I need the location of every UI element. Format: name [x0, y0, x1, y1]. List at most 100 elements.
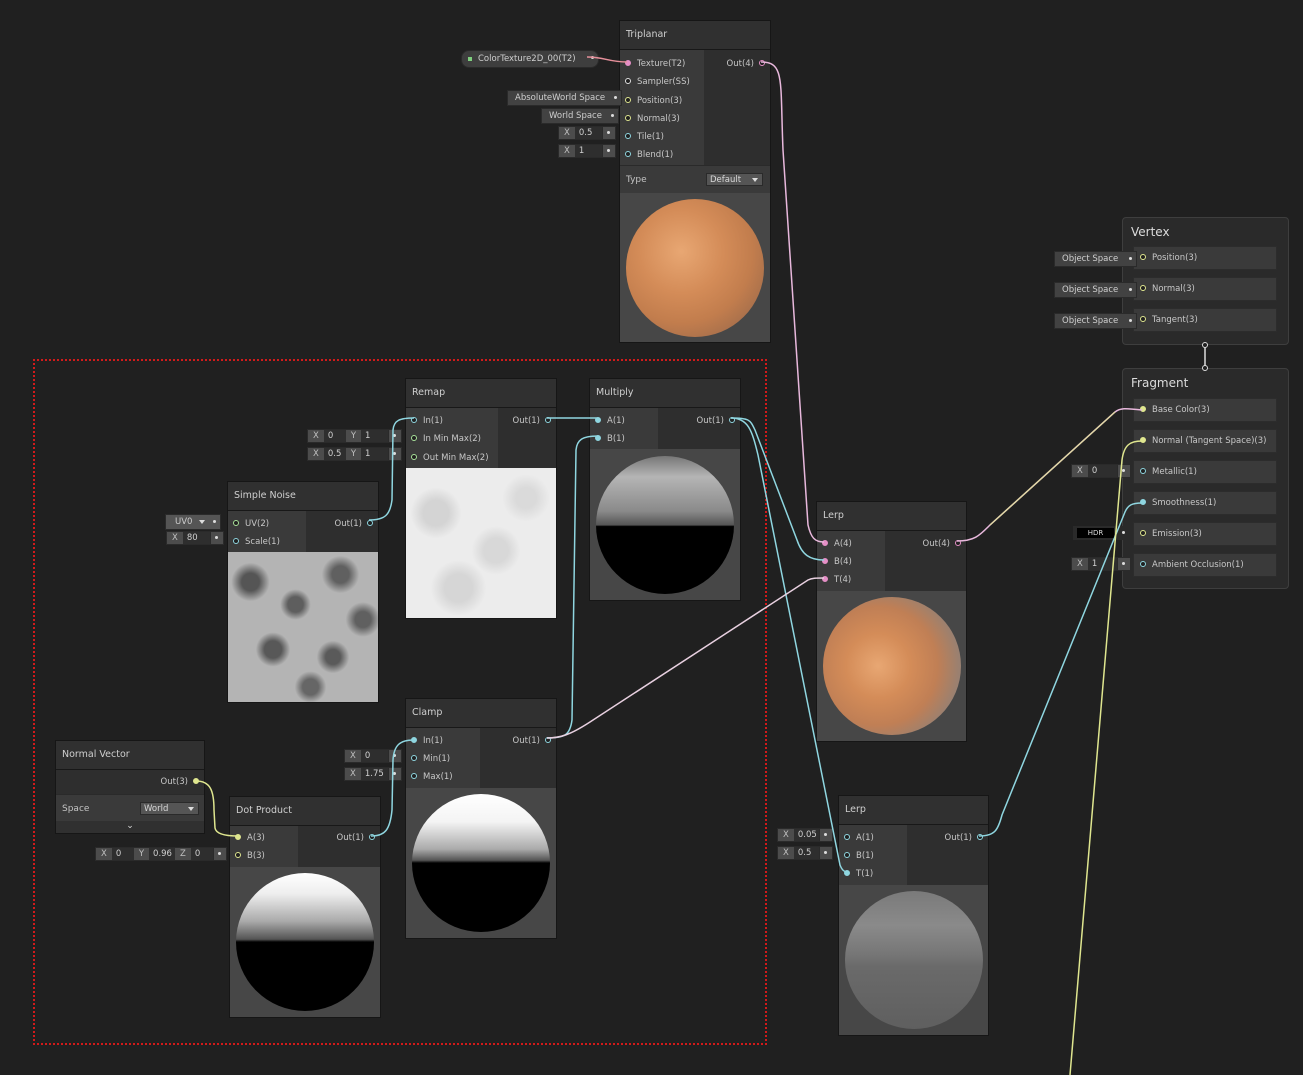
- normal-vector-node[interactable]: Normal Vector Out(3) Space World ⌄: [55, 740, 205, 834]
- port-dot[interactable]: [411, 737, 417, 743]
- dot-b-vector-field[interactable]: X 0 Y 0.96 Z 0: [95, 847, 227, 861]
- clamp-min-field[interactable]: X 0: [344, 749, 402, 763]
- vertex-position-space[interactable]: Object Space: [1054, 251, 1138, 267]
- remap-out-min-max-field[interactable]: X 0.5 Y 1: [307, 447, 402, 461]
- port-dot[interactable]: [1140, 254, 1146, 260]
- port-dot[interactable]: [411, 454, 417, 460]
- port-texture[interactable]: Texture(T2): [620, 55, 685, 73]
- port-min[interactable]: Min(1): [406, 750, 450, 768]
- uv-channel-dropdown[interactable]: UV0: [165, 514, 222, 530]
- port-dot[interactable]: [233, 538, 239, 544]
- port-dot[interactable]: [369, 834, 375, 840]
- normal-space-field[interactable]: World Space: [541, 108, 619, 124]
- port-dot[interactable]: [545, 737, 551, 743]
- port-dot[interactable]: [625, 78, 631, 84]
- port-dot[interactable]: [822, 576, 828, 582]
- port-dot[interactable]: [545, 417, 551, 423]
- vertex-tangent-space[interactable]: Object Space: [1054, 313, 1138, 329]
- port-dot[interactable]: [595, 435, 601, 441]
- slot-ambient-occlusion[interactable]: Ambient Occlusion(1): [1133, 553, 1277, 577]
- scale-value[interactable]: 80: [182, 532, 210, 544]
- port-dot[interactable]: [625, 115, 631, 121]
- port-dot[interactable]: [367, 520, 373, 526]
- slot-base-color[interactable]: Base Color(3): [1133, 398, 1277, 422]
- x-value[interactable]: 0: [111, 848, 134, 860]
- max-value[interactable]: 1.75: [360, 768, 388, 780]
- node-title[interactable]: Dot Product: [230, 797, 380, 826]
- vertex-normal-space[interactable]: Object Space: [1054, 282, 1138, 298]
- port-a[interactable]: A(1): [839, 829, 874, 847]
- lerp-a-field[interactable]: X 0.05: [777, 828, 833, 842]
- port-out[interactable]: Out(4): [727, 55, 770, 73]
- port-blend[interactable]: Blend(1): [620, 146, 673, 164]
- port-dot[interactable]: [625, 60, 631, 66]
- port-dot[interactable]: [822, 558, 828, 564]
- port-dot[interactable]: [235, 834, 241, 840]
- port-tile[interactable]: Tile(1): [620, 128, 664, 146]
- port-dot[interactable]: [625, 133, 631, 139]
- port-a[interactable]: A(1): [590, 412, 625, 430]
- port-sampler[interactable]: Sampler(SS): [620, 73, 690, 91]
- port-dot[interactable]: [1140, 316, 1146, 322]
- node-title[interactable]: Simple Noise: [228, 482, 378, 511]
- b-value[interactable]: 0.5: [793, 847, 819, 859]
- port-b[interactable]: B(1): [839, 847, 874, 865]
- port-dot[interactable]: [235, 852, 241, 858]
- lerp-smoothness-node[interactable]: Lerp A(1) B(1) T(1) Out(1): [838, 795, 989, 1036]
- ao-field[interactable]: X 1: [1071, 557, 1131, 571]
- slot-position[interactable]: Position(3): [1133, 246, 1277, 270]
- slot-metallic[interactable]: Metallic(1): [1133, 460, 1277, 484]
- node-title[interactable]: Normal Vector: [56, 741, 204, 770]
- remap-node[interactable]: Remap In(1) In Min Max(2) Out Min Max(2)…: [405, 378, 557, 619]
- port-out[interactable]: Out(1): [337, 829, 380, 847]
- remap-in-min-max-field[interactable]: X 0 Y 1: [307, 429, 402, 443]
- scale-field[interactable]: X 80: [166, 531, 224, 545]
- metallic-field[interactable]: X 0: [1071, 464, 1131, 478]
- a-value[interactable]: 0.05: [793, 829, 819, 841]
- port-dot[interactable]: [411, 773, 417, 779]
- space-dropdown[interactable]: World: [140, 802, 199, 815]
- y-value[interactable]: 1: [361, 430, 388, 442]
- port-dot[interactable]: [844, 834, 850, 840]
- tile-field[interactable]: X 0.5: [558, 126, 616, 140]
- node-title[interactable]: Multiply: [590, 379, 740, 408]
- port-b[interactable]: B(3): [230, 847, 265, 865]
- clamp-node[interactable]: Clamp In(1) Min(1) Max(1) Out(1): [405, 698, 557, 939]
- port-out[interactable]: Out(3): [161, 773, 204, 791]
- port-uv[interactable]: UV(2): [228, 515, 269, 533]
- port-out[interactable]: Out(1): [513, 732, 556, 750]
- y-value[interactable]: 0.96: [149, 848, 176, 860]
- blend-field[interactable]: X 1: [558, 144, 616, 158]
- port-dot[interactable]: [977, 834, 983, 840]
- node-title[interactable]: Lerp: [817, 502, 966, 531]
- port-t[interactable]: T(4): [817, 571, 851, 589]
- port-dot[interactable]: [193, 778, 199, 784]
- port-scale[interactable]: Scale(1): [228, 533, 280, 551]
- port-dot[interactable]: [844, 870, 850, 876]
- port-dot[interactable]: [1140, 530, 1146, 536]
- port-t[interactable]: T(1): [839, 865, 873, 883]
- node-title[interactable]: Triplanar: [620, 21, 770, 50]
- fragment-context[interactable]: Fragment Base Color(3) Normal (Tangent S…: [1122, 368, 1289, 589]
- port-b[interactable]: B(4): [817, 553, 852, 571]
- port-dot[interactable]: [822, 540, 828, 546]
- vertex-context[interactable]: Vertex Position(3) Normal(3) Tangent(3): [1122, 217, 1289, 345]
- texture-property-node[interactable]: ColorTexture2D_00(T2): [461, 50, 599, 68]
- z-value[interactable]: 0: [190, 848, 213, 860]
- port-b[interactable]: B(1): [590, 430, 625, 448]
- port-dot[interactable]: [1140, 285, 1146, 291]
- port-in[interactable]: In(1): [406, 412, 443, 430]
- port-dot[interactable]: [844, 852, 850, 858]
- tile-value[interactable]: 0.5: [574, 127, 602, 139]
- node-title[interactable]: Clamp: [406, 699, 556, 728]
- x-value[interactable]: 0: [323, 430, 346, 442]
- port-out[interactable]: Out(4): [923, 535, 966, 553]
- node-title[interactable]: Remap: [406, 379, 556, 408]
- port-dot[interactable]: [729, 417, 735, 423]
- port-out[interactable]: Out(1): [513, 412, 556, 430]
- multiply-node[interactable]: Multiply A(1) B(1) Out(1): [589, 378, 741, 601]
- port-normal[interactable]: Normal(3): [620, 110, 680, 128]
- x-value[interactable]: 0.5: [323, 448, 346, 460]
- slot-smoothness[interactable]: Smoothness(1): [1133, 491, 1277, 515]
- lerp-color-node[interactable]: Lerp A(4) B(4) T(4) Out(4): [816, 501, 967, 742]
